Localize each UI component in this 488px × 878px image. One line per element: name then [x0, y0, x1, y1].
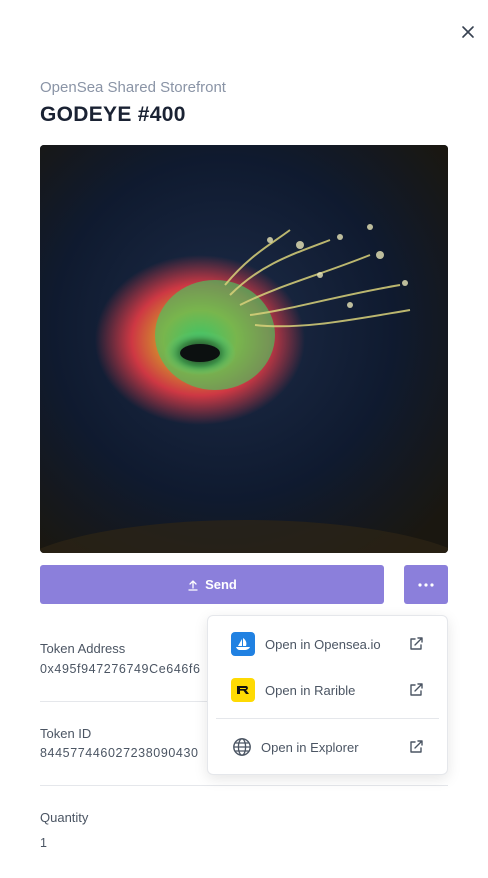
menu-item-label: Open in Opensea.io	[265, 636, 381, 652]
token-address-label: Token Address	[40, 641, 126, 656]
token-address-value: 0x495f947276749Ce646f6	[40, 662, 201, 676]
menu-item-label: Open in Rarible	[265, 682, 356, 698]
page-title: GODEYE #400	[40, 103, 186, 126]
menu-divider	[216, 718, 439, 719]
opensea-icon	[231, 632, 255, 656]
send-button[interactable]: Send	[40, 565, 384, 604]
menu-item-label: Open in Explorer	[261, 739, 359, 755]
external-link-icon	[410, 740, 423, 753]
quantity-value: 1	[40, 836, 48, 850]
menu-item-opensea[interactable]: Open in Opensea.io	[208, 624, 447, 664]
more-options-button[interactable]	[404, 565, 448, 604]
menu-item-explorer[interactable]: Open in Explorer	[208, 727, 447, 767]
close-icon	[462, 26, 474, 38]
menu-item-rarible[interactable]: Open in Rarible	[208, 670, 447, 710]
send-button-label: Send	[205, 577, 237, 592]
divider	[40, 785, 448, 786]
nft-image	[40, 145, 448, 553]
upload-icon	[188, 579, 198, 591]
options-dropdown: Open in Opensea.io Open in Rarible Open …	[207, 615, 448, 775]
token-id-label: Token ID	[40, 726, 92, 741]
more-icon	[418, 582, 434, 587]
external-link-icon	[410, 683, 423, 696]
external-link-icon	[410, 637, 423, 650]
quantity-label: Quantity	[40, 810, 89, 825]
collection-name: OpenSea Shared Storefront	[40, 79, 226, 96]
globe-icon	[230, 735, 254, 759]
close-button[interactable]	[456, 20, 480, 44]
rarible-icon	[231, 678, 255, 702]
token-id-value: 844577446027238090430	[40, 746, 199, 760]
